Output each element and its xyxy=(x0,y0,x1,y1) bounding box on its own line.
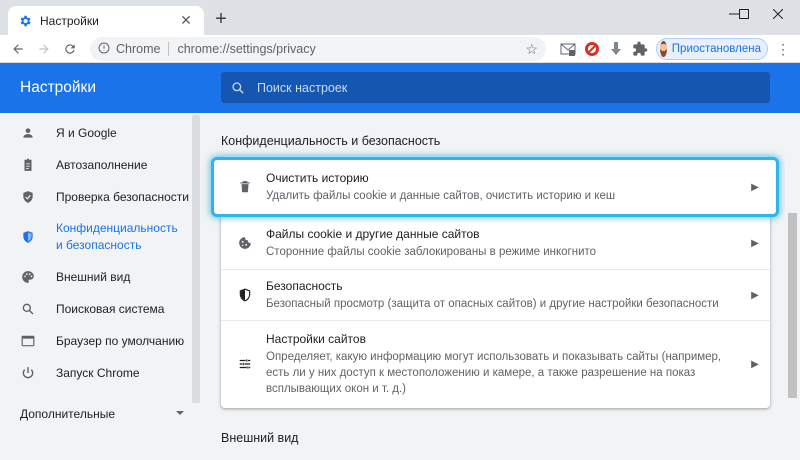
sidebar-item-label: Я и Google xyxy=(56,126,117,140)
tab-settings[interactable]: Настройки ✕ xyxy=(8,6,204,35)
sidebar-item-label: Браузер по умолчанию xyxy=(56,334,185,348)
url-text[interactable]: chrome://settings/privacy xyxy=(177,42,525,56)
sidebar-item-on-startup[interactable]: Запуск Chrome xyxy=(0,363,190,383)
appearance-section-title: Внешний вид xyxy=(221,431,299,445)
gear-icon xyxy=(18,14,32,28)
close-tab-icon[interactable]: ✕ xyxy=(178,12,194,29)
sidebar-item-label: Автозаполнение xyxy=(56,158,148,172)
privacy-section-title: Конфиденциальность и безопасность xyxy=(221,134,441,148)
shield-icon xyxy=(20,229,36,245)
sliders-icon xyxy=(237,356,253,372)
browser-toolbar: Chrome chrome://settings/privacy ☆ Приос… xyxy=(0,35,800,63)
chevron-down-icon xyxy=(175,407,185,421)
sidebar-item-label: Проверка безопасности xyxy=(56,190,189,204)
sidebar-scrollbar-thumb[interactable] xyxy=(192,115,200,403)
shield-half-icon xyxy=(237,287,253,303)
shield-check-icon xyxy=(20,189,36,205)
row-title: Очистить историю xyxy=(266,170,369,185)
sidebar-item-label: Конфиденциальность и безопасность xyxy=(56,221,178,252)
row-title: Файлы cookie и другие данные сайтов xyxy=(266,226,480,241)
chevron-right-icon: ▶ xyxy=(751,358,759,370)
forward-button[interactable] xyxy=(34,39,54,59)
security-row[interactable]: Безопасность Безопасный просмотр (защита… xyxy=(221,270,770,320)
tab-strip: Настройки ✕ + xyxy=(0,0,800,35)
palette-icon xyxy=(20,269,36,285)
main-scrollbar[interactable] xyxy=(785,113,800,460)
browser-icon xyxy=(20,333,36,349)
chevron-right-icon: ▶ xyxy=(751,289,759,301)
clear-history-content[interactable]: Очистить историю Удалить файлы cookie и … xyxy=(214,160,776,214)
bookmark-star-icon[interactable]: ☆ xyxy=(525,41,538,58)
more-menu-icon[interactable]: ⋮ xyxy=(775,41,791,57)
search-icon xyxy=(20,301,36,317)
clear-history-row[interactable]: Очистить историю Удалить файлы cookie и … xyxy=(211,157,779,217)
sidebar: Я и Google Автозаполнение Проверка безоп… xyxy=(0,113,205,460)
back-button[interactable] xyxy=(8,39,28,59)
sidebar-item-you-and-google[interactable]: Я и Google xyxy=(0,123,190,143)
page-title: Настройки xyxy=(20,79,97,96)
reload-icon xyxy=(65,44,75,54)
row-title: Настройки сайтов xyxy=(266,331,366,346)
arrow-left-icon xyxy=(13,44,23,54)
sidebar-item-appearance[interactable]: Внешний вид xyxy=(0,267,190,287)
row-description: Удалить файлы cookie и данные сайтов, оч… xyxy=(266,189,616,202)
row-description: Определяет, какую информацию могут испол… xyxy=(266,350,722,395)
address-bar[interactable]: Chrome chrome://settings/privacy ☆ xyxy=(90,37,546,61)
sidebar-item-autofill[interactable]: Автозаполнение xyxy=(0,155,190,175)
sidebar-advanced[interactable]: Дополнительные xyxy=(20,407,185,421)
avatar xyxy=(660,41,667,57)
search-settings-input[interactable]: Поиск настроек xyxy=(221,72,770,103)
person-icon xyxy=(20,125,36,141)
search-placeholder: Поиск настроек xyxy=(257,80,348,95)
search-icon xyxy=(231,81,245,95)
sidebar-item-privacy[interactable]: Конфиденциальность и безопасность xyxy=(0,217,190,257)
arrow-right-icon xyxy=(39,44,49,54)
gmail-extension-icon[interactable] xyxy=(560,41,576,57)
row-description: Безопасный просмотр (защита от опасных с… xyxy=(266,297,719,310)
row-title: Безопасность xyxy=(266,278,343,293)
row-description: Сторонние файлы cookie заблокированы в р… xyxy=(266,245,597,258)
main-scrollbar-thumb[interactable] xyxy=(788,213,797,398)
new-tab-button[interactable]: + xyxy=(210,8,232,30)
sidebar-item-label: Запуск Chrome xyxy=(56,366,140,380)
maximize-icon xyxy=(739,9,749,19)
sidebar-item-safety-check[interactable]: Проверка безопасности xyxy=(0,187,190,207)
chevron-right-icon: ▶ xyxy=(751,237,759,249)
close-icon xyxy=(773,9,783,19)
download-extension-icon[interactable] xyxy=(608,41,624,57)
power-icon xyxy=(20,365,36,381)
chevron-right-icon: ▶ xyxy=(751,181,759,193)
reload-button[interactable] xyxy=(60,39,80,59)
sidebar-item-search-engine[interactable]: Поисковая система xyxy=(0,299,190,319)
clipboard-icon xyxy=(20,157,36,173)
close-window-button[interactable] xyxy=(756,0,800,28)
url-separator xyxy=(168,42,170,56)
settings-header: Настройки Поиск настроек xyxy=(0,63,800,113)
tab-title: Настройки xyxy=(40,13,99,28)
site-settings-row[interactable]: Настройки сайтов Определяет, какую инфор… xyxy=(221,321,770,407)
cookies-row[interactable]: Файлы cookie и другие данные сайтов Стор… xyxy=(221,216,770,270)
sidebar-scrollbar[interactable] xyxy=(191,113,201,403)
profile-status: Приостановлена xyxy=(671,43,761,55)
cookie-icon xyxy=(237,235,253,251)
puzzle-icon[interactable] xyxy=(632,41,648,57)
sidebar-item-label: Поисковая система xyxy=(56,302,165,316)
sidebar-advanced-label: Дополнительные xyxy=(20,407,115,421)
profile-button[interactable]: Приостановлена xyxy=(656,38,768,60)
trash-icon xyxy=(237,179,253,195)
url-origin: Chrome xyxy=(116,42,161,56)
site-info-icon[interactable] xyxy=(98,42,110,57)
blocker-extension-icon[interactable] xyxy=(584,41,600,57)
sidebar-item-label: Внешний вид xyxy=(56,270,131,284)
sidebar-item-default-browser[interactable]: Браузер по умолчанию xyxy=(0,331,190,351)
